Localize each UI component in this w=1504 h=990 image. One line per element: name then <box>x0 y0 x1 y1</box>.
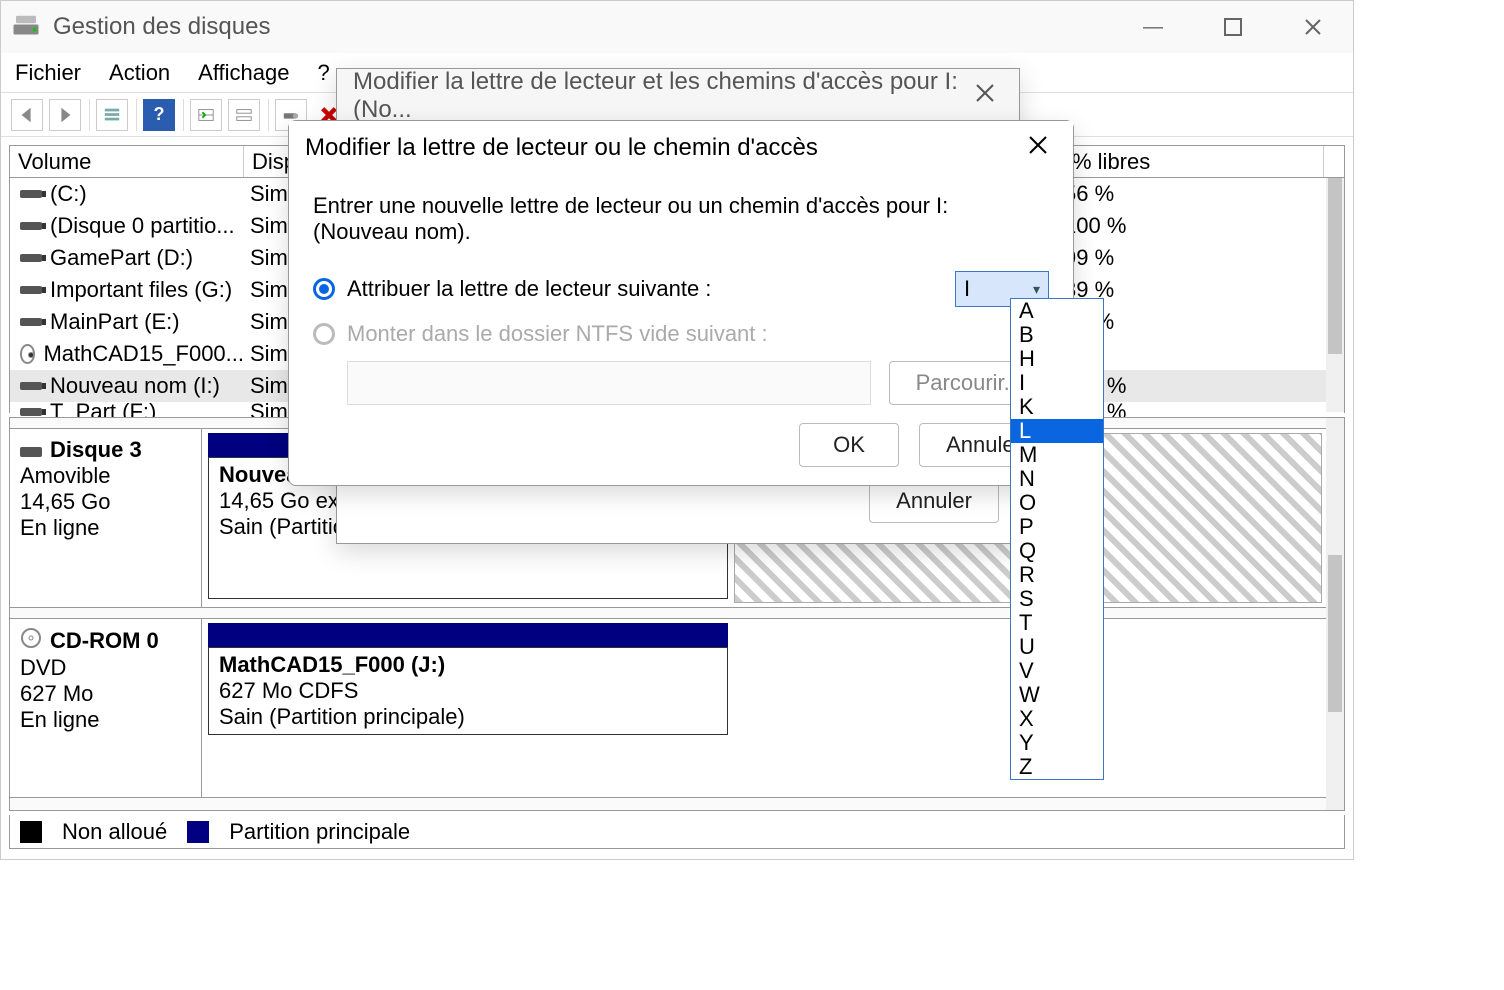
disk3-title: Disque 3 <box>50 437 142 463</box>
hdd-icon <box>20 222 42 230</box>
window-title: Gestion des disques <box>53 13 270 41</box>
drive-letter-option[interactable]: X <box>1011 707 1103 731</box>
disk3-status: En ligne <box>20 515 191 541</box>
legend-swatch-primary <box>187 821 209 843</box>
volume-name: (C:) <box>50 181 87 207</box>
legend-unallocated: Non alloué <box>62 819 167 845</box>
dialog-change-letter-or-path: Modifier la lettre de lecteur ou le chem… <box>288 120 1074 486</box>
radio-mount-folder[interactable] <box>313 323 335 345</box>
titlebar: Gestion des disques — <box>1 1 1353 53</box>
drive-letter-option[interactable]: Y <box>1011 731 1103 755</box>
cdrom-status: En ligne <box>20 707 191 733</box>
drive-letter-dropdown-list[interactable]: ABHIKLMNOPQRSTUVWXYZ <box>1010 298 1104 780</box>
table-scrollbar[interactable] <box>1326 178 1344 412</box>
option-assign-letter-label: Attribuer la lettre de lecteur suivante … <box>347 276 711 302</box>
col-pct-free[interactable]: % libres <box>1064 146 1324 177</box>
dialog-child-close-icon[interactable] <box>1019 134 1057 163</box>
back-button[interactable] <box>11 99 43 131</box>
menu-file[interactable]: Fichier <box>15 60 81 86</box>
volume-name: (Disque 0 partitio... <box>50 213 235 239</box>
cdrom-part-size: 627 Mo CDFS <box>219 678 717 704</box>
dialog-parent-title: Modifier la lettre de lecteur et les che… <box>353 68 967 124</box>
drive-letter-option[interactable]: O <box>1011 491 1103 515</box>
drive-letter-option[interactable]: P <box>1011 515 1103 539</box>
drive-letter-option[interactable]: Q <box>1011 539 1103 563</box>
cdrom-part-name: MathCAD15_F000 (J:) <box>219 652 717 678</box>
hdd-icon <box>20 382 42 390</box>
list-view-button[interactable] <box>190 99 222 131</box>
hdd-icon <box>20 408 42 416</box>
minimize-button[interactable]: — <box>1113 1 1193 53</box>
cd-icon <box>20 344 35 364</box>
radio-assign-letter[interactable] <box>313 278 335 300</box>
dialog-child-prompt: Entrer une nouvelle lettre de lecteur ou… <box>313 193 1049 245</box>
partition-header-bar <box>208 623 728 647</box>
menu-view[interactable]: Affichage <box>198 60 289 86</box>
forward-button[interactable] <box>49 99 81 131</box>
cd-icon <box>20 627 42 655</box>
volume-name: MathCAD15_F000... <box>43 341 244 367</box>
drive-letter-selected: I <box>964 276 970 302</box>
graphical-view-button[interactable] <box>228 99 260 131</box>
volume-name: Important files (G:) <box>50 277 232 303</box>
drive-letter-option[interactable]: U <box>1011 635 1103 659</box>
disk3-size: 14,65 Go <box>20 489 191 515</box>
drive-letter-option[interactable]: Z <box>1011 755 1103 779</box>
menu-action[interactable]: Action <box>109 60 170 86</box>
cdrom-type: DVD <box>20 655 191 681</box>
dialog-parent-close-icon[interactable] <box>967 82 1003 110</box>
col-volume[interactable]: Volume <box>10 146 244 177</box>
drive-letter-option[interactable]: W <box>1011 683 1103 707</box>
option-mount-folder-label: Monter dans le dossier NTFS vide suivant… <box>347 321 768 347</box>
help-button[interactable]: ? <box>143 99 175 131</box>
drive-letter-option[interactable]: H <box>1011 347 1103 371</box>
legend-swatch-unallocated <box>20 821 42 843</box>
disk3-type: Amovible <box>20 463 191 489</box>
cdrom-part-status: Sain (Partition principale) <box>219 704 717 730</box>
legend: Non alloué Partition principale <box>9 815 1345 849</box>
view-details-button[interactable] <box>96 99 128 131</box>
legend-primary: Partition principale <box>229 819 410 845</box>
drive-letter-option[interactable]: V <box>1011 659 1103 683</box>
cdrom-partition[interactable]: MathCAD15_F000 (J:) 627 Mo CDFS Sain (Pa… <box>208 647 728 735</box>
drive-letter-option[interactable]: T <box>1011 611 1103 635</box>
disk-icon <box>20 437 42 463</box>
volume-name: Nouveau nom (I:) <box>50 373 220 399</box>
dialog-child-title: Modifier la lettre de lecteur ou le chem… <box>305 134 818 162</box>
drive-letter-option[interactable]: B <box>1011 323 1103 347</box>
drive-letter-option[interactable]: N <box>1011 467 1103 491</box>
hdd-icon <box>20 254 42 262</box>
cdrom-panel[interactable]: CD-ROM 0 DVD 627 Mo En ligne <box>10 619 202 797</box>
cdrom-size: 627 Mo <box>20 681 191 707</box>
drive-letter-option[interactable]: R <box>1011 563 1103 587</box>
cdrom-title: CD-ROM 0 <box>50 628 159 654</box>
drive-letter-option[interactable]: M <box>1011 443 1103 467</box>
option-assign-letter[interactable]: Attribuer la lettre de lecteur suivante … <box>313 276 711 302</box>
disk-area-scrollbar[interactable] <box>1326 418 1344 810</box>
close-button[interactable] <box>1273 1 1353 53</box>
disk-management-icon <box>11 12 41 42</box>
ok-button[interactable]: OK <box>799 423 899 467</box>
window-controls: — <box>1113 1 1353 53</box>
hdd-icon <box>20 318 42 326</box>
drive-letter-option[interactable]: I <box>1011 371 1103 395</box>
drive-letter-option[interactable]: K <box>1011 395 1103 419</box>
menu-help[interactable]: ? <box>318 60 330 86</box>
hdd-icon <box>20 286 42 294</box>
chevron-down-icon: ▾ <box>1033 281 1040 298</box>
disk3-panel[interactable]: Disque 3 Amovible 14,65 Go En ligne <box>10 429 202 607</box>
mount-folder-path-input[interactable] <box>347 361 871 405</box>
volume-name: MainPart (E:) <box>50 309 180 335</box>
hdd-icon <box>20 190 42 198</box>
maximize-button[interactable] <box>1193 1 1273 53</box>
drive-letter-option[interactable]: L <box>1011 419 1103 443</box>
volume-name: GamePart (D:) <box>50 245 193 271</box>
drive-letter-option[interactable]: S <box>1011 587 1103 611</box>
drive-letter-option[interactable]: A <box>1011 299 1103 323</box>
